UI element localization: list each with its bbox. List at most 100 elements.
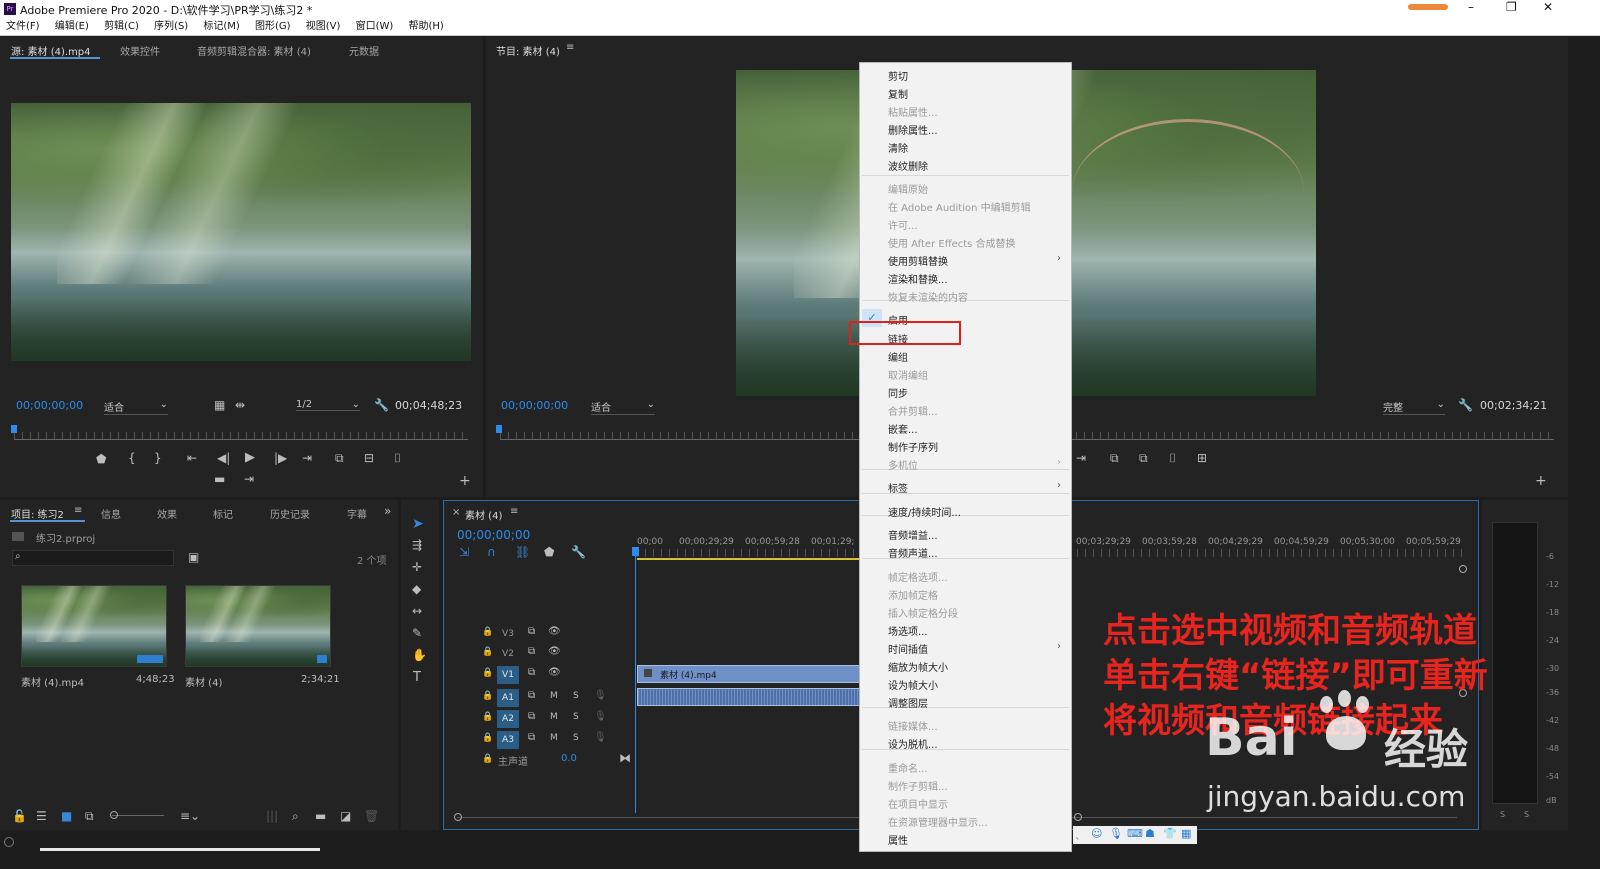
minimize-button[interactable]: – [1468, 0, 1474, 14]
track-v2[interactable]: V2 [497, 645, 519, 663]
context-menu-item[interactable]: 清除 [888, 140, 908, 155]
track-a3[interactable]: A3 [497, 731, 519, 749]
menu-help[interactable]: 帮助(H) [409, 18, 444, 36]
toggle-sync-icon[interactable]: ⧉ [528, 711, 535, 722]
drag-video-icon[interactable]: ⇹ [235, 398, 245, 412]
go-to-end-icon[interactable]: ⧓ [619, 751, 631, 765]
play-icon[interactable]: ▶ [245, 450, 255, 465]
context-menu-item[interactable]: 调整图层 [888, 695, 928, 710]
microphone-icon[interactable]: 🎙 [594, 711, 607, 722]
lift-icon[interactable]: ⧉ [1110, 451, 1119, 466]
master-volume-value[interactable]: 0.0 [561, 753, 577, 764]
solo-icon[interactable]: S [573, 733, 579, 743]
linked-selection-icon[interactable]: ⛓ [515, 545, 530, 559]
tab-metadata[interactable]: 元数据 [349, 43, 379, 58]
mute-icon[interactable]: M [550, 712, 558, 722]
add-button-icon[interactable]: + [1535, 473, 1547, 489]
overwrite-icon[interactable]: ⊟ [364, 451, 374, 465]
mute-icon[interactable]: M [550, 691, 558, 701]
settings-wrench-icon[interactable]: 🔧 [571, 545, 586, 559]
context-menu-item[interactable]: 属性 [888, 832, 908, 847]
audio-clip-a1[interactable] [637, 688, 861, 706]
toggle-sync-icon[interactable]: ⧉ [528, 646, 535, 657]
menu-sequence[interactable]: 序列(S) [154, 18, 188, 36]
tab-project[interactable]: 项目: 练习2 [11, 506, 64, 521]
lock-icon[interactable]: 🔒 [482, 691, 493, 701]
source-timecode[interactable]: 00;00;00;00 [16, 399, 83, 412]
lock-icon[interactable]: 🔒 [482, 647, 493, 657]
work-area-bar[interactable] [637, 558, 861, 560]
list-view-icon[interactable]: ☰ [36, 809, 47, 823]
add-button-icon[interactable]: + [459, 473, 471, 489]
timeline-playhead-head[interactable] [632, 547, 639, 556]
automate-to-sequence-icon[interactable]: ||| [266, 809, 278, 823]
tab-markers[interactable]: 标记 [213, 506, 233, 521]
timeline-playhead[interactable] [635, 547, 636, 813]
mute-icon[interactable]: M [550, 733, 558, 743]
scroll-handle-left[interactable] [454, 813, 462, 821]
safe-margins-icon[interactable]: ▦ [214, 398, 225, 412]
close-button[interactable]: ✕ [1543, 0, 1553, 14]
program-fit-dropdown[interactable]: 适合 ⌄ [591, 399, 655, 415]
comparison-view-icon[interactable]: ⊞ [1197, 451, 1207, 465]
trash-icon[interactable]: 🗑 [364, 809, 379, 823]
solo-right-button[interactable]: S [1524, 810, 1529, 819]
microphone-icon[interactable]: 🎙 [594, 732, 607, 743]
wrench-icon[interactable]: 🔧 [1458, 398, 1473, 412]
new-bin-icon[interactable]: ▣ [188, 550, 199, 564]
close-tab-icon[interactable]: × [452, 507, 460, 518]
source-scrub-bar[interactable] [14, 432, 468, 440]
ime-punct-icon[interactable]: ˎ [1075, 827, 1081, 840]
context-menu-item[interactable]: 音频声道... [888, 545, 938, 560]
toggle-sync-icon[interactable]: ⧉ [528, 626, 535, 637]
context-menu-item[interactable]: 标签 [888, 480, 908, 495]
timeline-timecode[interactable]: 00;00;00;00 [457, 528, 530, 542]
project-search-input[interactable] [12, 550, 174, 566]
type-tool-icon[interactable]: T [413, 670, 421, 685]
insert-icon[interactable]: ⧉ [335, 451, 344, 466]
context-menu-item[interactable]: 时间插值 [888, 641, 928, 656]
menu-window[interactable]: 窗口(W) [356, 18, 394, 36]
freeform-view-icon[interactable]: ⧉ [85, 809, 94, 824]
toggle-sync-icon[interactable]: ⧉ [528, 667, 535, 678]
context-menu-item[interactable]: 设为帧大小 [888, 677, 938, 692]
step-forward-icon[interactable]: |▶ [274, 451, 287, 465]
lock-icon[interactable]: 🔒 [482, 712, 493, 722]
source-resolution-dropdown[interactable]: 1/2 ⌄ [296, 399, 360, 411]
context-menu-item[interactable]: 设为脱机... [888, 736, 938, 751]
hand-tool-icon[interactable]: ✋ [412, 648, 427, 662]
context-menu-item[interactable]: 缩放为帧大小 [888, 659, 948, 674]
eye-icon[interactable]: 👁 [548, 626, 561, 637]
menu-icon[interactable]: ≡ [74, 505, 82, 516]
track-v3[interactable]: V3 [497, 625, 519, 643]
context-menu-item[interactable]: 速度/持续时间... [888, 504, 961, 519]
tab-effects[interactable]: 效果 [157, 506, 177, 521]
video-clip-v1[interactable]: 素材 (4).mp4 [637, 665, 861, 683]
menu-graphics[interactable]: 图形(G) [255, 18, 291, 36]
track-a2[interactable]: A2 [497, 710, 519, 728]
menu-file[interactable]: 文件(F) [6, 18, 40, 36]
wrench-icon[interactable]: 🔧 [374, 398, 389, 412]
restore-button[interactable]: ❐ [1506, 0, 1517, 14]
eye-icon[interactable]: 👁 [548, 667, 561, 678]
microphone-icon[interactable]: 🎙 [1109, 827, 1123, 840]
lock-icon[interactable]: 🔒 [482, 627, 493, 637]
camera-icon[interactable]: ⌷ [394, 451, 401, 466]
program-playhead[interactable] [496, 425, 502, 433]
tab-info[interactable]: 信息 [101, 506, 121, 521]
track-a1[interactable]: A1 [497, 689, 519, 707]
emoji-icon[interactable]: ☺ [1091, 827, 1102, 840]
context-menu-item[interactable]: 复制 [888, 86, 908, 101]
razor-tool-icon[interactable]: ◆ [412, 582, 421, 596]
menu-view[interactable]: 视图(V) [306, 18, 341, 36]
solo-left-button[interactable]: S [1500, 810, 1505, 819]
context-menu-item[interactable]: 删除属性... [888, 122, 938, 137]
context-menu-item[interactable]: 音频增益... [888, 527, 938, 542]
new-item-icon[interactable]: ◪ [340, 809, 351, 823]
extract-icon[interactable]: ⧉ [1139, 451, 1148, 466]
menu-icon[interactable]: ≡ [510, 506, 518, 517]
menu-edit[interactable]: 编辑(E) [55, 18, 89, 36]
project-item-thumb-1[interactable] [21, 585, 167, 667]
pen-tool-icon[interactable]: ✎ [412, 626, 422, 640]
icon-view-icon[interactable]: ■ [61, 809, 72, 823]
